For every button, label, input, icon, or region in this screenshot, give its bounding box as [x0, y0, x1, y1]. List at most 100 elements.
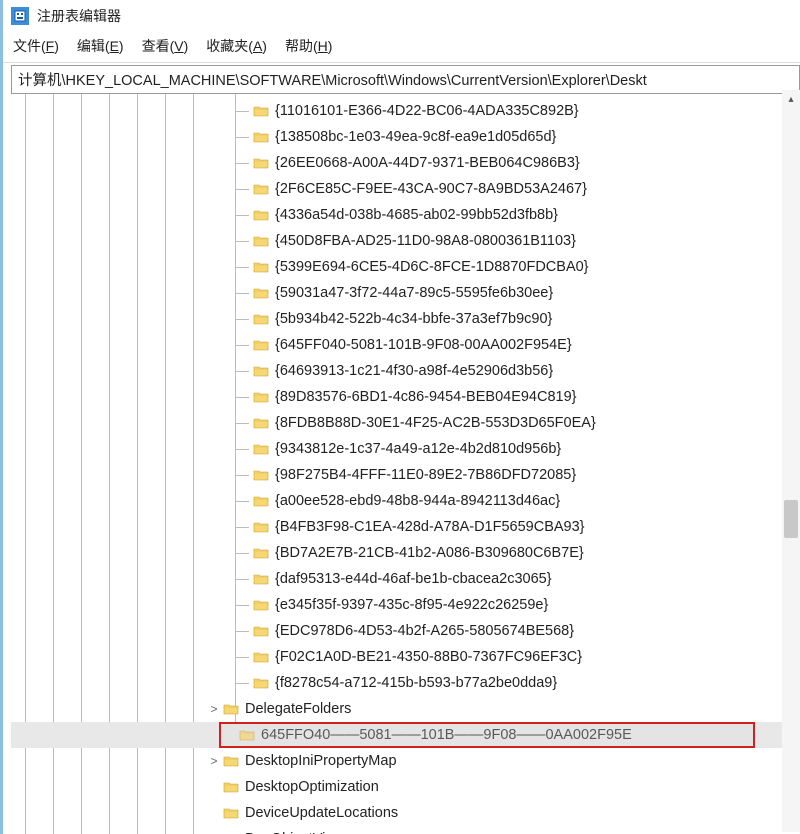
tree-item-label: {138508bc-1e03-49ea-9c8f-ea9e1d05d65d}	[275, 129, 556, 145]
tree-item-label: {BD7A2E7B-21CB-41b2-A086-B309680C6B7E}	[275, 545, 584, 561]
tree-item-label: {9343812e-1c37-4a49-a12e-4b2d810d956b}	[275, 441, 561, 457]
scroll-thumb[interactable]	[784, 500, 798, 538]
tree-item-guid[interactable]: {2F6CE85C-F9EE-43CA-90C7-8A9BD53A2467}	[11, 176, 800, 202]
tree-item-label: 645FFO40——5081——101B——9F08——0AA002F95E	[261, 727, 632, 743]
regedit-app-icon	[11, 7, 29, 25]
folder-icon	[253, 546, 269, 560]
tree-item-label: DelegateFolders	[245, 701, 351, 717]
tree-item-label: {89D83576-6BD1-4c86-9454-BEB04E94C819}	[275, 389, 577, 405]
tree-item-guid[interactable]: {5b934b42-522b-4c34-bbfe-37a3ef7b9c90}	[11, 306, 800, 332]
folder-icon	[253, 182, 269, 196]
tree-item-label: {B4FB3F98-C1EA-428d-A78A-D1F5659CBA93}	[275, 519, 585, 535]
folder-icon	[253, 468, 269, 482]
tree-item-label: {98F275B4-4FFF-11E0-89E2-7B86DFD72085}	[275, 467, 576, 483]
folder-icon	[253, 208, 269, 222]
tree-item-label: {daf95313-e44d-46af-be1b-cbacea2c3065}	[275, 571, 552, 587]
tree-item-label: {a00ee528-ebd9-48b8-944a-8942113d46ac}	[275, 493, 560, 509]
folder-icon	[253, 312, 269, 326]
tree-item-label: {450D8FBA-AD25-11D0-98A8-0800361B1103}	[275, 233, 576, 249]
tree-item-delegatefolders[interactable]: > DelegateFolders	[11, 696, 800, 722]
title-bar: 注册表编辑器	[3, 0, 800, 32]
folder-icon	[253, 390, 269, 404]
tree-item-label: {8FDB8B88D-30E1-4F25-AC2B-553D3D65F0EA}	[275, 415, 596, 431]
expand-toggle-icon[interactable]: >	[207, 702, 221, 716]
folder-icon	[253, 624, 269, 638]
tree-item-guid[interactable]: {f8278c54-a712-415b-b593-b77a2be0dda9}	[11, 670, 800, 696]
tree-item-guid[interactable]: {59031a47-3f72-44a7-89c5-5595fe6b30ee}	[11, 280, 800, 306]
folder-icon	[253, 234, 269, 248]
folder-icon	[253, 598, 269, 612]
tree-item-guid[interactable]: {450D8FBA-AD25-11D0-98A8-0800361B1103}	[11, 228, 800, 254]
tree-item-guid[interactable]: {9343812e-1c37-4a49-a12e-4b2d810d956b}	[11, 436, 800, 462]
tree-item-guid[interactable]: {89D83576-6BD1-4c86-9454-BEB04E94C819}	[11, 384, 800, 410]
tree-item-label: {59031a47-3f72-44a7-89c5-5595fe6b30ee}	[275, 285, 553, 301]
tree-item-guid[interactable]: {26EE0668-A00A-44D7-9371-BEB064C986B3}	[11, 150, 800, 176]
folder-icon	[223, 754, 239, 768]
tree-view[interactable]: {11016101-E366-4D22-BC06-4ADA335C892B} {1…	[11, 94, 800, 834]
tree-item-label: DesktopOptimization	[245, 779, 379, 795]
folder-icon	[253, 676, 269, 690]
tree-item-guid[interactable]: {F02C1A0D-BE21-4350-88B0-7367FC96EF3C}	[11, 644, 800, 670]
tree-item-guid[interactable]: {8FDB8B88D-30E1-4F25-AC2B-553D3D65F0EA}	[11, 410, 800, 436]
tree-item-label: DesktopIniPropertyMap	[245, 753, 397, 769]
tree-item-guid[interactable]: {e345f35f-9397-435c-8f95-4e922c26259e}	[11, 592, 800, 618]
tree-item[interactable]: DeviceUpdateLocations	[11, 800, 800, 826]
folder-icon	[253, 650, 269, 664]
tree-item[interactable]: DocObjectView	[11, 826, 800, 834]
folder-icon	[253, 572, 269, 586]
tree-item-guid[interactable]: {138508bc-1e03-49ea-9c8f-ea9e1d05d65d}	[11, 124, 800, 150]
tree-item-label: DeviceUpdateLocations	[245, 805, 398, 821]
folder-icon	[253, 520, 269, 534]
menu-favorites[interactable]: 收藏夹(A)	[206, 36, 267, 56]
folder-icon	[253, 494, 269, 508]
menu-help[interactable]: 帮助(H)	[285, 36, 332, 56]
menu-file[interactable]: 文件(F)	[13, 36, 59, 56]
folder-icon	[223, 702, 239, 716]
folder-icon	[253, 338, 269, 352]
expand-toggle-icon[interactable]: >	[207, 754, 221, 768]
tree-item-label: {EDC978D6-4D53-4b2f-A265-5805674BE568}	[275, 623, 574, 639]
tree-item-label: {2F6CE85C-F9EE-43CA-90C7-8A9BD53A2467}	[275, 181, 587, 197]
tree-item-guid[interactable]: {EDC978D6-4D53-4b2f-A265-5805674BE568}	[11, 618, 800, 644]
tree-item-label: {64693913-1c21-4f30-a98f-4e52906d3b56}	[275, 363, 553, 379]
tree-item-guid[interactable]: {a00ee528-ebd9-48b8-944a-8942113d46ac}	[11, 488, 800, 514]
tree-item-guid[interactable]: {645FF040-5081-101B-9F08-00AA002F954E}	[11, 332, 800, 358]
tree-item-guid[interactable]: {BD7A2E7B-21CB-41b2-A086-B309680C6B7E}	[11, 540, 800, 566]
folder-icon	[253, 130, 269, 144]
tree-item-guid[interactable]: {64693913-1c21-4f30-a98f-4e52906d3b56}	[11, 358, 800, 384]
folder-icon	[223, 780, 239, 794]
tree-item-guid[interactable]: {daf95313-e44d-46af-be1b-cbacea2c3065}	[11, 566, 800, 592]
tree-item-guid[interactable]: {5399E694-6CE5-4D6C-8FCE-1D8870FDCBA0}	[11, 254, 800, 280]
folder-icon	[239, 728, 255, 742]
tree-item[interactable]: > DesktopIniPropertyMap	[11, 748, 800, 774]
folder-icon	[223, 806, 239, 820]
folder-icon	[253, 364, 269, 378]
menu-edit[interactable]: 编辑(E)	[77, 36, 124, 56]
window-title: 注册表编辑器	[37, 6, 121, 26]
tree-item-guid[interactable]: {11016101-E366-4D22-BC06-4ADA335C892B}	[11, 98, 800, 124]
folder-icon	[253, 442, 269, 456]
tree-item-label: {f8278c54-a712-415b-b593-b77a2be0dda9}	[275, 675, 557, 691]
tree-item-guid[interactable]: {4336a54d-038b-4685-ab02-99bb52d3fb8b}	[11, 202, 800, 228]
tree-item-label: {5b934b42-522b-4c34-bbfe-37a3ef7b9c90}	[275, 311, 552, 327]
tree-item-label: {11016101-E366-4D22-BC06-4ADA335C892B}	[275, 103, 579, 119]
tree-item-label: {5399E694-6CE5-4D6C-8FCE-1D8870FDCBA0}	[275, 259, 589, 275]
vertical-scrollbar[interactable]: ▴	[782, 90, 800, 832]
tree-item-guid[interactable]: {98F275B4-4FFF-11E0-89E2-7B86DFD72085}	[11, 462, 800, 488]
folder-icon	[253, 416, 269, 430]
tree-item[interactable]: DesktopOptimization	[11, 774, 800, 800]
folder-icon	[253, 104, 269, 118]
tree-item-label: {645FF040-5081-101B-9F08-00AA002F954E}	[275, 337, 572, 353]
tree-item-label: {4336a54d-038b-4685-ab02-99bb52d3fb8b}	[275, 207, 558, 223]
folder-icon	[253, 260, 269, 274]
folder-icon	[253, 156, 269, 170]
tree-item-label: {e345f35f-9397-435c-8f95-4e922c26259e}	[275, 597, 548, 613]
menu-bar: 文件(F) 编辑(E) 查看(V) 收藏夹(A) 帮助(H)	[3, 32, 800, 63]
menu-view[interactable]: 查看(V)	[142, 36, 189, 56]
scroll-up-arrow[interactable]: ▴	[782, 90, 800, 108]
tree-item-highlighted[interactable]: 645FFO40——5081——101B——9F08——0AA002F95E	[11, 722, 800, 748]
tree-item-guid[interactable]: {B4FB3F98-C1EA-428d-A78A-D1F5659CBA93}	[11, 514, 800, 540]
tree-item-label: {F02C1A0D-BE21-4350-88B0-7367FC96EF3C}	[275, 649, 582, 665]
tree-item-label: {26EE0668-A00A-44D7-9371-BEB064C986B3}	[275, 155, 580, 171]
address-bar[interactable]: 计算机\HKEY_LOCAL_MACHINE\SOFTWARE\Microsof…	[11, 65, 800, 94]
